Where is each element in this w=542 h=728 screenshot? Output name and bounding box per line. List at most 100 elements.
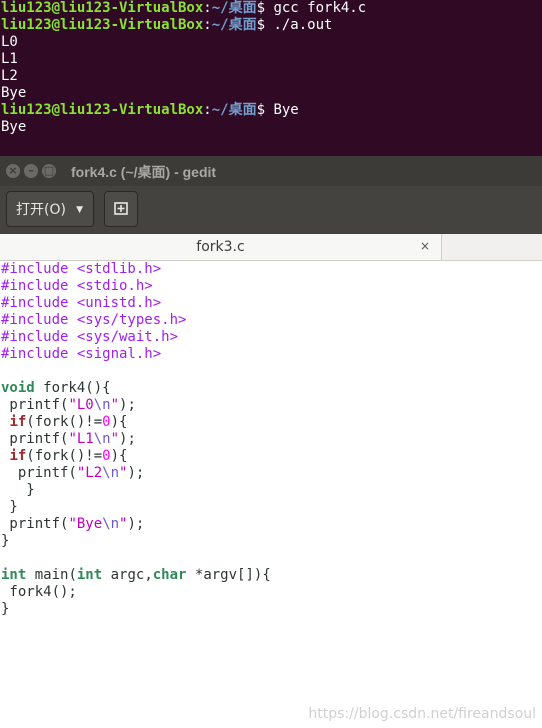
- prompt-separator: :: [203, 17, 212, 33]
- code-token: "Bye: [68, 516, 103, 532]
- code-line: #include <unistd.h>: [0, 295, 542, 312]
- prompt-path: ~/桌面: [211, 102, 257, 118]
- chevron-down-icon: ▼: [76, 205, 83, 215]
- terminal-line: L2: [0, 68, 542, 85]
- code-token: 0: [102, 448, 111, 464]
- code-token: }: [1, 601, 10, 617]
- code-token: \n: [102, 465, 120, 481]
- code-token: \n: [102, 516, 120, 532]
- close-tab-icon[interactable]: ×: [420, 239, 430, 253]
- code-token: (fork()!=: [26, 448, 103, 464]
- code-token: ){: [110, 414, 128, 430]
- code-token: printf(: [1, 397, 69, 413]
- terminal-text: Bye: [1, 85, 27, 101]
- open-button[interactable]: 打开(O) ▼: [6, 191, 94, 227]
- prompt-path: ~/桌面: [211, 17, 257, 33]
- code-line: #include <stdio.h>: [0, 278, 542, 295]
- code-token: #include <stdio.h>: [1, 278, 153, 294]
- code-token: ": [110, 397, 120, 413]
- code-token: int: [76, 567, 103, 583]
- terminal-output[interactable]: liu123@liu123-VirtualBox:~/桌面$ gcc fork4…: [0, 0, 542, 156]
- code-token: #include <stdlib.h>: [1, 261, 162, 277]
- prompt-user: liu123@liu123-VirtualBox: [1, 102, 204, 118]
- tab-label: fork3.c: [196, 239, 245, 255]
- code-line: }: [0, 499, 542, 516]
- code-token: #include <sys/types.h>: [1, 312, 187, 328]
- code-token: );: [127, 465, 145, 481]
- code-token: fork4(){: [34, 380, 111, 396]
- code-token: \n: [93, 431, 111, 447]
- prompt-symbol: $: [256, 102, 274, 118]
- document-tabbar: fork3.c ×: [0, 234, 542, 261]
- terminal-line: Bye: [0, 119, 542, 136]
- close-window-icon[interactable]: ×: [6, 164, 20, 178]
- terminal-text: ./a.out: [273, 17, 333, 33]
- terminal-line: liu123@liu123-VirtualBox:~/桌面$ ./a.out: [0, 17, 542, 34]
- code-line: }: [0, 601, 542, 618]
- terminal-line: liu123@liu123-VirtualBox:~/桌面$ Bye: [0, 102, 542, 119]
- new-document-button[interactable]: [104, 191, 138, 227]
- prompt-separator: :: [203, 0, 212, 16]
- maximize-window-icon[interactable]: □: [42, 164, 56, 178]
- prompt-separator: :: [203, 102, 212, 118]
- code-line: int main(int argc,char *argv[]){: [0, 567, 542, 584]
- code-line: }: [0, 533, 542, 550]
- terminal-text: gcc fork4.c: [273, 0, 367, 16]
- code-line: printf("L1\n");: [0, 431, 542, 448]
- code-token: fork4();: [1, 584, 77, 600]
- code-token: if: [9, 414, 27, 430]
- code-token: }: [1, 499, 18, 515]
- code-token: printf(: [1, 516, 69, 532]
- code-token: #include <sys/wait.h>: [1, 329, 179, 345]
- code-token: printf(: [1, 465, 77, 481]
- code-token: "L0: [68, 397, 94, 413]
- code-token: }: [1, 482, 35, 498]
- prompt-user: liu123@liu123-VirtualBox: [1, 17, 204, 33]
- code-token: int: [1, 567, 27, 583]
- code-line: printf("L0\n");: [0, 397, 542, 414]
- code-token: }: [1, 533, 10, 549]
- code-token: char: [152, 567, 187, 583]
- code-token: argc,: [102, 567, 153, 583]
- terminal-line: L0: [0, 34, 542, 51]
- code-line: #include <sys/types.h>: [0, 312, 542, 329]
- code-token: printf(: [1, 431, 69, 447]
- code-token: "L2: [76, 465, 103, 481]
- code-line: if(fork()!=0){: [0, 414, 542, 431]
- window-title: fork4.c (~/桌面) - gedit: [71, 164, 217, 180]
- code-token: );: [119, 431, 136, 447]
- new-document-icon: [114, 202, 128, 215]
- terminal-line: L1: [0, 51, 542, 68]
- terminal-text: Bye: [273, 102, 299, 118]
- terminal-text: Bye: [1, 119, 27, 135]
- code-line: }: [0, 482, 542, 499]
- minimize-window-icon[interactable]: –: [24, 164, 38, 178]
- code-line: printf("L2\n");: [0, 465, 542, 482]
- code-token: #include <signal.h>: [1, 346, 162, 362]
- terminal-text: L1: [1, 51, 18, 67]
- open-button-label: 打开(O): [16, 202, 66, 218]
- code-line: fork4();: [0, 584, 542, 601]
- prompt-user: liu123@liu123-VirtualBox: [1, 0, 204, 16]
- code-line: #include <sys/wait.h>: [0, 329, 542, 346]
- terminal-line: liu123@liu123-VirtualBox:~/桌面$ gcc fork4…: [0, 0, 542, 17]
- code-token: ){: [110, 448, 128, 464]
- code-token: 0: [102, 414, 111, 430]
- code-line: if(fork()!=0){: [0, 448, 542, 465]
- code-line: printf("Bye\n");: [0, 516, 542, 533]
- tab-fork3[interactable]: fork3.c ×: [0, 234, 442, 260]
- code-editor[interactable]: #include <stdlib.h> #include <stdio.h> #in…: [0, 261, 542, 728]
- prompt-symbol: $: [256, 0, 274, 16]
- code-token: );: [127, 516, 145, 532]
- code-token: ": [110, 431, 120, 447]
- terminal-line: Bye: [0, 85, 542, 102]
- terminal-text: L2: [1, 68, 18, 84]
- gedit-toolbar: 打开(O) ▼: [0, 186, 542, 235]
- code-token: if: [9, 448, 27, 464]
- code-line: void fork4(){: [0, 380, 542, 397]
- code-token: *argv[]){: [186, 567, 271, 583]
- code-token: );: [119, 397, 136, 413]
- gedit-titlebar: × – □ fork4.c (~/桌面) - gedit: [0, 156, 542, 186]
